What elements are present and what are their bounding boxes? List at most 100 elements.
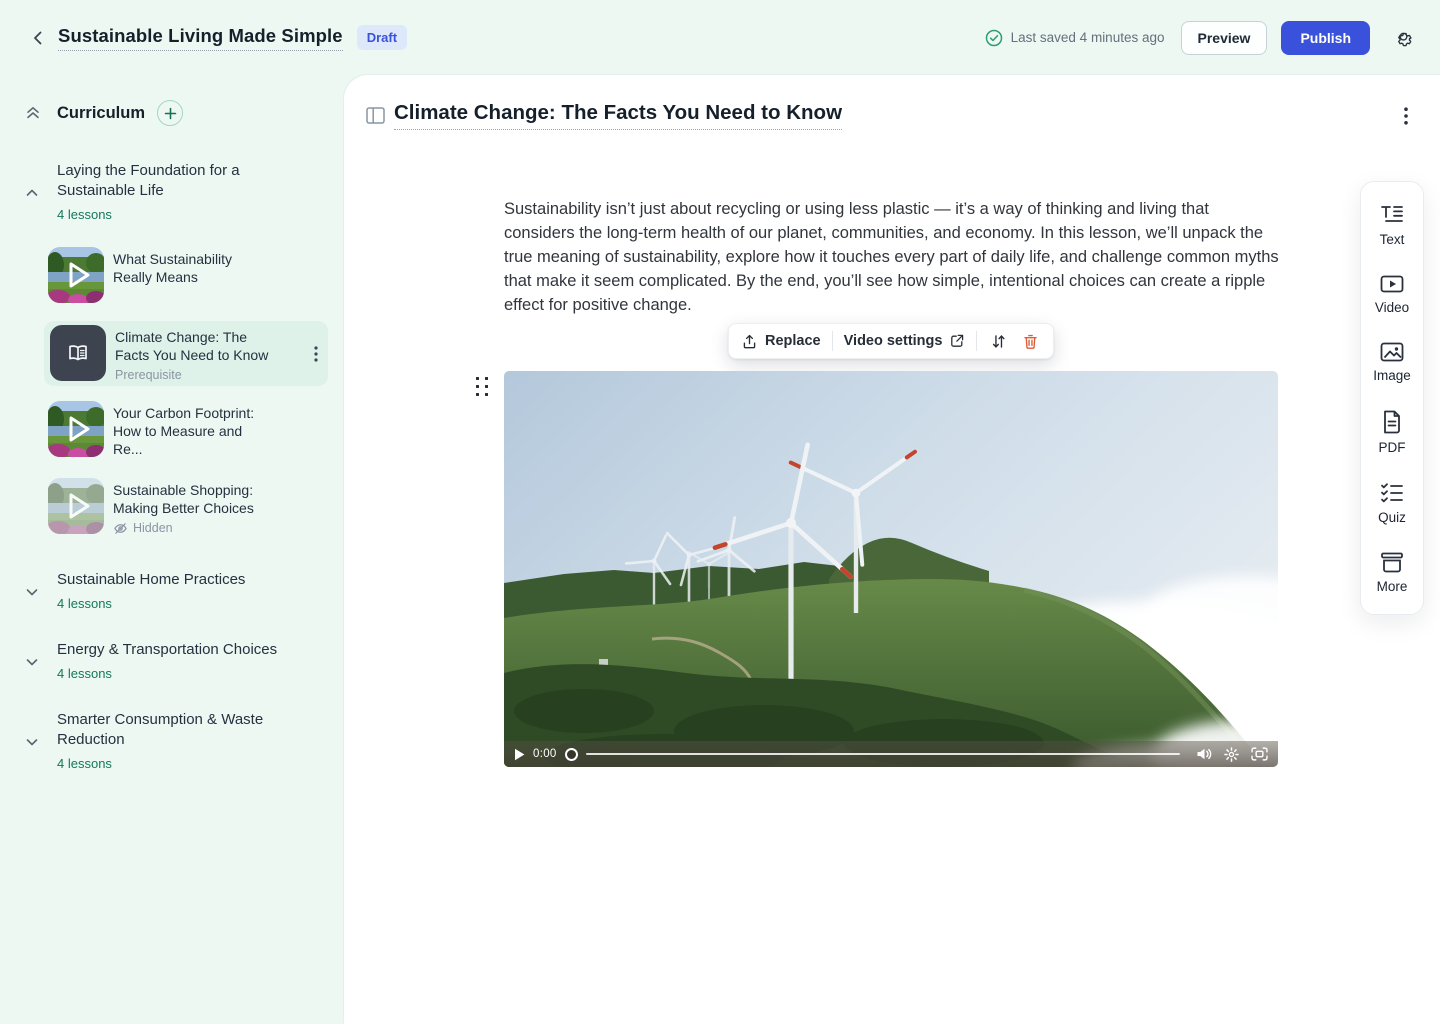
section-title: Energy & Transportation Choices: [57, 640, 297, 660]
lesson-title: What Sustainability Really Means: [113, 250, 273, 286]
insert-more-button[interactable]: More: [1377, 552, 1408, 594]
insert-item-label: More: [1377, 579, 1408, 594]
settings-button[interactable]: [1390, 25, 1416, 51]
video-settings-gear-button[interactable]: [1224, 747, 1239, 762]
lesson-video-thumbnail: [48, 478, 104, 534]
section-header[interactable]: Energy & Transportation Choices 4 lesson…: [0, 640, 344, 681]
play-button[interactable]: [514, 748, 525, 761]
insert-content-panel: Text Video Image PDF: [1360, 181, 1424, 615]
video-scrubber-handle[interactable]: [565, 748, 578, 761]
upload-icon: [741, 333, 758, 350]
section-title: Smarter Consumption & Waste Reduction: [57, 710, 297, 750]
curriculum-section-1: Laying the Foundation for a Sustainable …: [0, 161, 344, 222]
section-lesson-count: 4 lessons: [57, 207, 297, 222]
chevron-up-icon: [24, 185, 40, 201]
video-timestamp: 0:00: [533, 748, 557, 760]
insert-video-button[interactable]: Video: [1375, 274, 1409, 315]
move-block-button[interactable]: [988, 331, 1009, 352]
lesson-reading-tile: [50, 325, 106, 381]
plus-icon: [164, 107, 177, 120]
fullscreen-button[interactable]: [1251, 747, 1268, 761]
section-header[interactable]: Sustainable Home Practices 4 lessons: [0, 570, 344, 611]
lesson-item-carbon-footprint[interactable]: Your Carbon Footprint: How to Measure an…: [48, 397, 328, 462]
video-settings-button[interactable]: Video settings: [844, 333, 966, 349]
insert-item-label: Image: [1373, 368, 1411, 383]
lesson-title: Climate Change: The Facts You Need to Kn…: [115, 328, 275, 364]
kebab-menu-icon: [1404, 107, 1408, 125]
top-bar: Sustainable Living Made Simple Draft Las…: [0, 0, 1440, 75]
add-section-button[interactable]: [157, 100, 183, 126]
chevron-down-icon: [24, 654, 40, 670]
text-icon: [1380, 204, 1404, 226]
insert-image-button[interactable]: Image: [1373, 342, 1411, 383]
curriculum-title: Curriculum: [57, 104, 145, 123]
video-block-toolbar: Replace Video settings: [728, 323, 1054, 359]
video-progress-bar[interactable]: [586, 753, 1180, 755]
image-icon: [1380, 342, 1404, 362]
insert-item-label: Text: [1380, 232, 1405, 247]
sidebar-toggle-button[interactable]: [362, 103, 388, 129]
section-header[interactable]: Laying the Foundation for a Sustainable …: [0, 161, 344, 222]
lesson-options-button[interactable]: [310, 342, 322, 366]
video-player[interactable]: 0:00: [504, 371, 1278, 767]
lesson-prerequisite-label: Prerequisite: [115, 368, 275, 382]
panel-icon: [366, 107, 385, 124]
insert-text-button[interactable]: Text: [1380, 204, 1405, 247]
sort-arrows-icon: [990, 333, 1007, 350]
video-thumbnail-wind-turbines: [504, 371, 1278, 767]
video-control-bar: 0:00: [504, 741, 1278, 767]
course-builder-app: Sustainable Living Made Simple Draft Las…: [0, 0, 1440, 1024]
pdf-icon: [1382, 410, 1402, 434]
lesson-hidden-label: Hidden: [113, 521, 273, 535]
toolbar-divider: [976, 331, 977, 351]
eye-off-icon: [113, 522, 128, 535]
trash-icon: [1022, 333, 1039, 350]
publish-button[interactable]: Publish: [1281, 21, 1370, 55]
replace-button[interactable]: Replace: [741, 333, 821, 350]
toolbar-divider: [832, 331, 833, 351]
insert-item-label: Quiz: [1378, 510, 1406, 525]
gear-icon: [1393, 27, 1414, 48]
gear-icon: [1224, 747, 1239, 762]
section-lesson-count: 4 lessons: [57, 666, 297, 681]
course-title[interactable]: Sustainable Living Made Simple: [58, 25, 343, 51]
lesson-item-climate-change[interactable]: Climate Change: The Facts You Need to Kn…: [44, 321, 328, 386]
lesson-paragraph[interactable]: Sustainability isn’t just about recyclin…: [504, 197, 1282, 317]
curriculum-section-3: Energy & Transportation Choices 4 lesson…: [0, 640, 344, 681]
more-icon: [1380, 552, 1404, 573]
insert-item-label: Video: [1375, 300, 1409, 315]
section-title: Sustainable Home Practices: [57, 570, 297, 590]
book-icon: [65, 340, 91, 366]
curriculum-section-2: Sustainable Home Practices 4 lessons: [0, 570, 344, 611]
insert-item-label: PDF: [1379, 440, 1406, 455]
play-icon: [514, 748, 525, 761]
insert-quiz-button[interactable]: Quiz: [1378, 482, 1406, 525]
lesson-item-sustainable-shopping[interactable]: Sustainable Shopping: Making Better Choi…: [48, 474, 328, 539]
delete-block-button[interactable]: [1020, 331, 1041, 352]
block-drag-handle[interactable]: [474, 375, 490, 397]
lesson-options-button[interactable]: [1400, 103, 1412, 129]
section-title: Laying the Foundation for a Sustainable …: [57, 161, 297, 201]
collapse-all-icon[interactable]: [24, 104, 42, 122]
preview-button[interactable]: Preview: [1181, 21, 1268, 55]
lesson-video-thumbnail: [48, 247, 104, 303]
status-badge: Draft: [357, 25, 407, 50]
lesson-title: Your Carbon Footprint: How to Measure an…: [113, 404, 273, 458]
kebab-menu-icon: [314, 346, 318, 362]
lesson-page-title[interactable]: Climate Change: The Facts You Need to Kn…: [394, 101, 842, 130]
volume-button[interactable]: [1196, 747, 1212, 761]
section-header[interactable]: Smarter Consumption & Waste Reduction 4 …: [0, 710, 344, 771]
curriculum-sidebar: Curriculum Laying the Foundation for a S…: [0, 75, 344, 1024]
quiz-icon: [1380, 482, 1404, 504]
lesson-title: Sustainable Shopping: Making Better Choi…: [113, 481, 273, 517]
curriculum-header: Curriculum: [24, 100, 183, 126]
lesson-editor: Climate Change: The Facts You Need to Kn…: [344, 75, 1440, 1024]
chevron-down-icon: [24, 584, 40, 600]
lesson-item-what-sustainability[interactable]: What Sustainability Really Means: [48, 243, 328, 307]
back-button[interactable]: [24, 24, 52, 52]
chevron-left-icon: [30, 30, 46, 46]
check-circle-icon: [985, 29, 1003, 47]
insert-pdf-button[interactable]: PDF: [1379, 410, 1406, 455]
fullscreen-icon: [1251, 747, 1268, 761]
curriculum-section-4: Smarter Consumption & Waste Reduction 4 …: [0, 710, 344, 771]
